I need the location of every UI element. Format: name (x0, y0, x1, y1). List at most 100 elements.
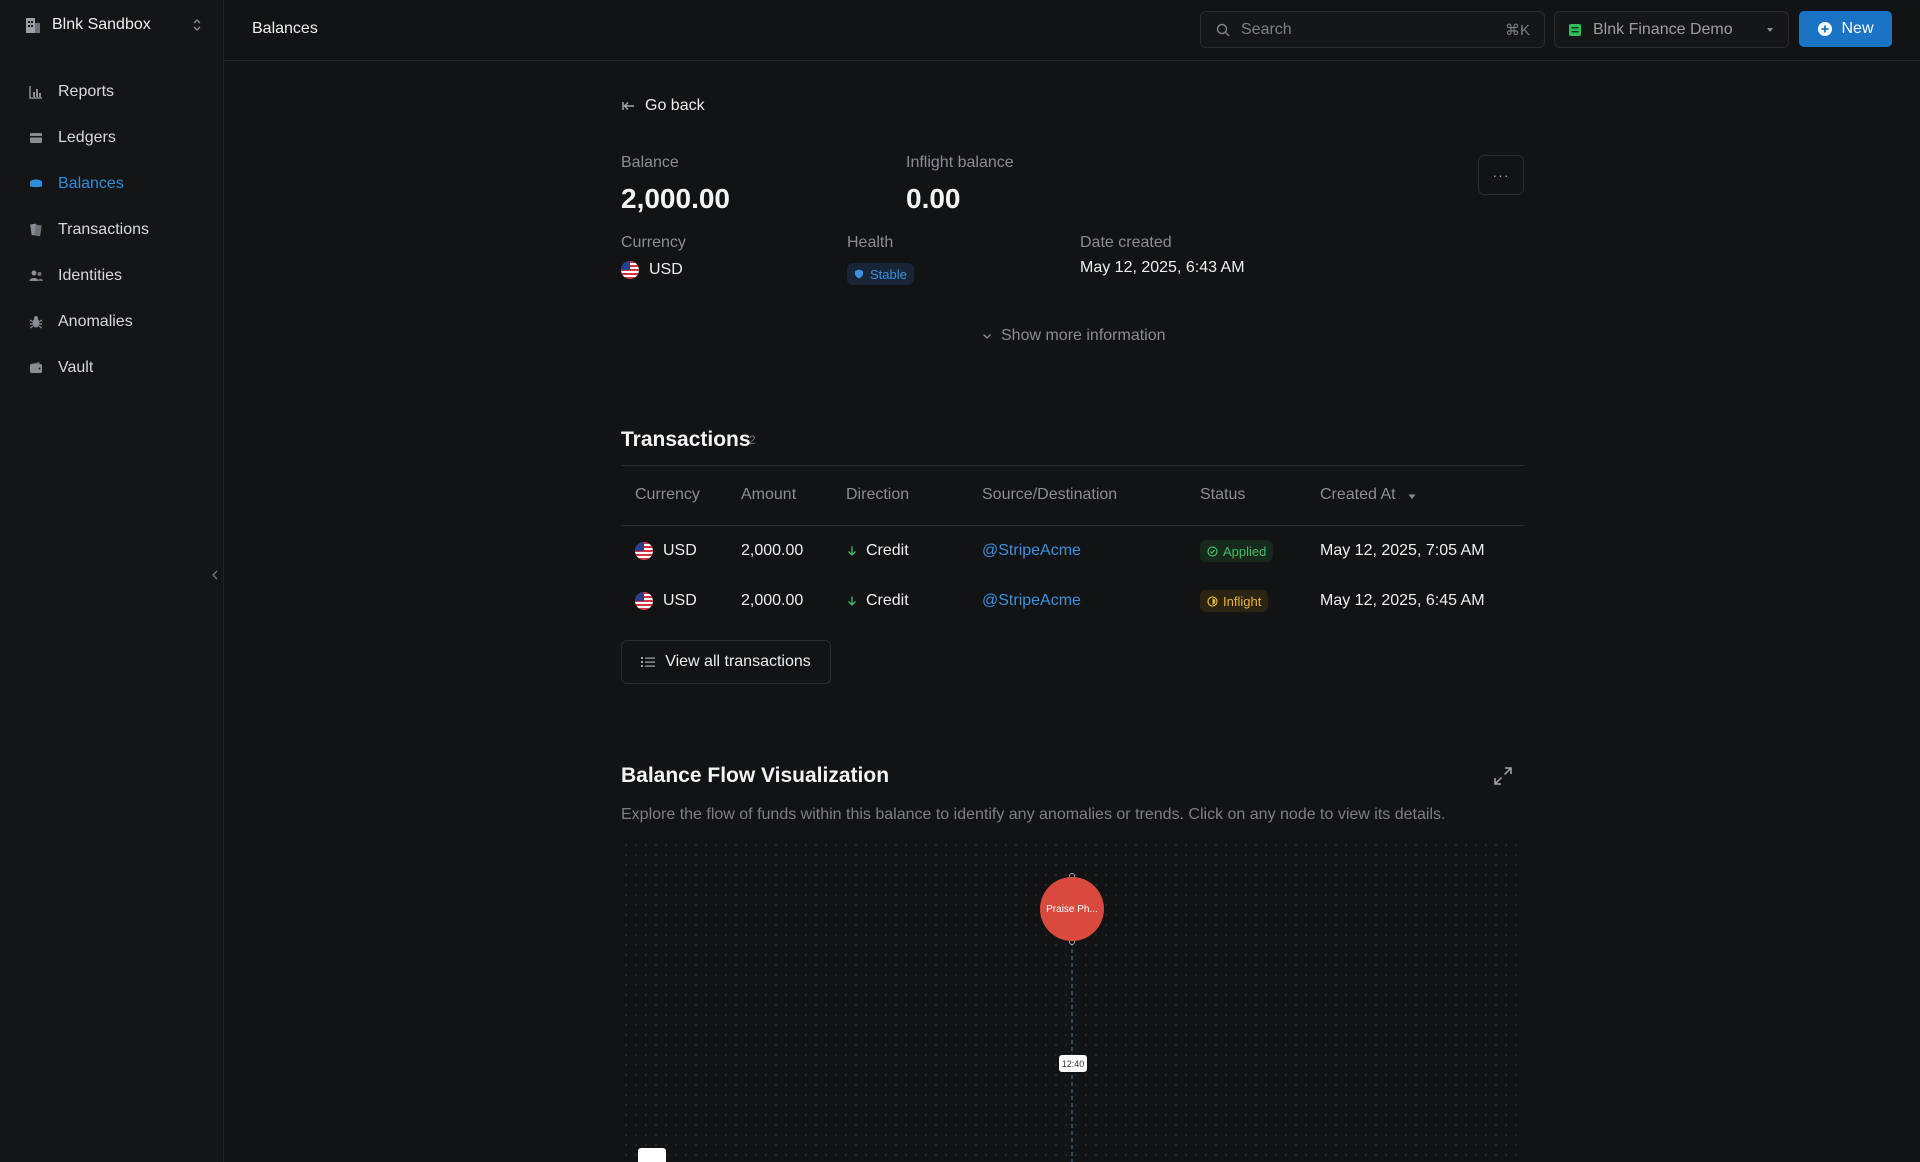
col-amount[interactable]: Amount (741, 486, 796, 504)
sort-desc-icon[interactable] (1408, 494, 1416, 500)
chevron-down-icon (983, 334, 991, 339)
table-header: Currency Amount Direction Source/Destina… (621, 466, 1524, 526)
workspace-name: Blnk Sandbox (52, 16, 151, 33)
wallet-icon (28, 360, 44, 376)
row-direction-label: Credit (866, 592, 909, 609)
transactions-title: Transactions (621, 428, 751, 451)
sidebar-item-vault[interactable]: Vault (0, 345, 224, 391)
search-placeholder: Search (1241, 20, 1292, 38)
row-amount: 2,000.00 (741, 592, 804, 609)
table-row[interactable]: USD 2,000.00 Credit @StripeAcme Inflight… (621, 576, 1524, 626)
transactions-count: 2 (749, 433, 756, 447)
sidebar-item-balances[interactable]: Balances (0, 161, 224, 207)
currency-label: Currency (621, 234, 686, 251)
sidebar-item-ledgers[interactable]: Ledgers (0, 115, 224, 161)
col-currency[interactable]: Currency (635, 486, 700, 504)
sidebar-item-label: Transactions (58, 221, 149, 238)
flow-node[interactable]: Praise Ph... (1040, 877, 1104, 941)
table-row[interactable]: USD 2,000.00 Credit @StripeAcme Applied … (621, 526, 1524, 576)
col-status[interactable]: Status (1200, 486, 1245, 504)
health-label: Health (847, 234, 894, 251)
users-icon (28, 268, 44, 284)
health-value: Stable (870, 266, 907, 282)
row-created-at: May 12, 2025, 6:45 AM (1320, 592, 1485, 609)
plus-circle-icon (1818, 22, 1833, 36)
sidebar-item-label: Balances (58, 175, 124, 192)
bug-icon (28, 314, 44, 330)
currency-value: USD (621, 261, 683, 279)
sidebar-item-label: Identities (58, 267, 123, 284)
status-badge: Applied (1200, 540, 1274, 562)
inflight-balance-label: Inflight balance (906, 154, 1014, 171)
sidebar-item-transactions[interactable]: Transactions (0, 207, 224, 253)
sidebar-item-label: Vault (58, 359, 94, 376)
coins-stack-icon (28, 176, 44, 192)
sidebar-item-anomalies[interactable]: Anomalies (0, 299, 224, 345)
page-title: Balances (252, 20, 318, 37)
go-back-link[interactable]: Go back (621, 97, 705, 115)
row-currency: USD (635, 542, 697, 560)
org-icon (1569, 23, 1581, 36)
bar-chart-icon (28, 84, 44, 100)
row-currency-code: USD (663, 592, 697, 609)
arrow-down-icon (848, 596, 856, 606)
sidebar-item-reports[interactable]: Reports (0, 69, 224, 115)
currency-code: USD (649, 261, 683, 278)
building-icon (26, 18, 40, 33)
new-button[interactable]: New (1799, 11, 1892, 47)
sidebar-item-identities[interactable]: Identities (0, 253, 224, 299)
more-options-button[interactable]: ··· (1478, 155, 1524, 195)
col-direction[interactable]: Direction (846, 486, 909, 504)
row-direction-label: Credit (866, 542, 909, 559)
org-name: Blnk Finance Demo (1593, 20, 1733, 38)
sidebar-item-label: Ledgers (58, 129, 116, 146)
chevron-up-down-icon (193, 19, 201, 31)
go-back-label: Go back (645, 97, 705, 114)
us-flag-icon (635, 542, 653, 560)
row-party-link[interactable]: @StripeAcme (982, 592, 1081, 610)
balance-label: Balance (621, 154, 679, 171)
row-direction: Credit (846, 542, 909, 560)
date-created-value: May 12, 2025, 6:43 AM (1080, 259, 1245, 276)
transactions-table: Currency Amount Direction Source/Destina… (621, 465, 1524, 626)
search-icon (1216, 23, 1230, 37)
row-created-at: May 12, 2025, 7:05 AM (1320, 542, 1485, 559)
col-source-destination[interactable]: Source/Destination (982, 486, 1117, 504)
collapse-sidebar-button[interactable] (208, 565, 222, 585)
flow-title: Balance Flow Visualization (621, 764, 890, 787)
view-all-label: View all transactions (665, 653, 811, 670)
org-switcher[interactable]: Blnk Finance Demo (1554, 11, 1789, 48)
search-shortcut: ⌘K (1504, 21, 1530, 39)
date-created-label: Date created (1080, 234, 1172, 251)
row-party-link[interactable]: @StripeAcme (982, 542, 1081, 560)
us-flag-icon (621, 261, 639, 279)
col-created-at[interactable]: Created At (1320, 486, 1396, 504)
sidebar-nav: Reports Ledgers Balances Transactions Id… (0, 69, 224, 391)
sidebar-item-label: Reports (58, 83, 115, 100)
status-label: Inflight (1223, 593, 1262, 609)
row-currency: USD (635, 592, 697, 610)
view-all-transactions-button[interactable]: View all transactions (621, 640, 831, 684)
flow-edge-label: 12:40 (1059, 1055, 1087, 1072)
flow-canvas[interactable]: Praise Ph... 12:40 (621, 840, 1524, 1162)
status-badge: Inflight (1200, 590, 1269, 612)
ellipsis-icon: ··· (1492, 167, 1510, 183)
show-more-info-button[interactable]: Show more information (981, 327, 1166, 345)
flow-node-label: Praise Ph... (1046, 903, 1098, 915)
row-amount: 2,000.00 (741, 542, 804, 559)
health-badge: Stable (847, 263, 914, 285)
status-label: Applied (1223, 543, 1267, 559)
flow-node-partial[interactable] (638, 1148, 666, 1162)
topbar: Balances Search ⌘K Blnk Finance Demo New (224, 0, 1920, 61)
flow-description: Explore the flow of funds within this ba… (621, 806, 1446, 823)
search-input[interactable]: Search ⌘K (1200, 11, 1545, 48)
show-more-label: Show more information (1001, 327, 1166, 344)
shield-icon (855, 269, 863, 279)
workspace-switcher[interactable]: Blnk Sandbox (24, 12, 204, 38)
transactions-icon (28, 222, 44, 238)
new-button-label: New (1841, 20, 1874, 37)
us-flag-icon (635, 592, 653, 610)
arrow-left-icon (622, 102, 634, 110)
expand-icon[interactable] (1492, 765, 1514, 787)
row-currency-code: USD (663, 542, 697, 559)
